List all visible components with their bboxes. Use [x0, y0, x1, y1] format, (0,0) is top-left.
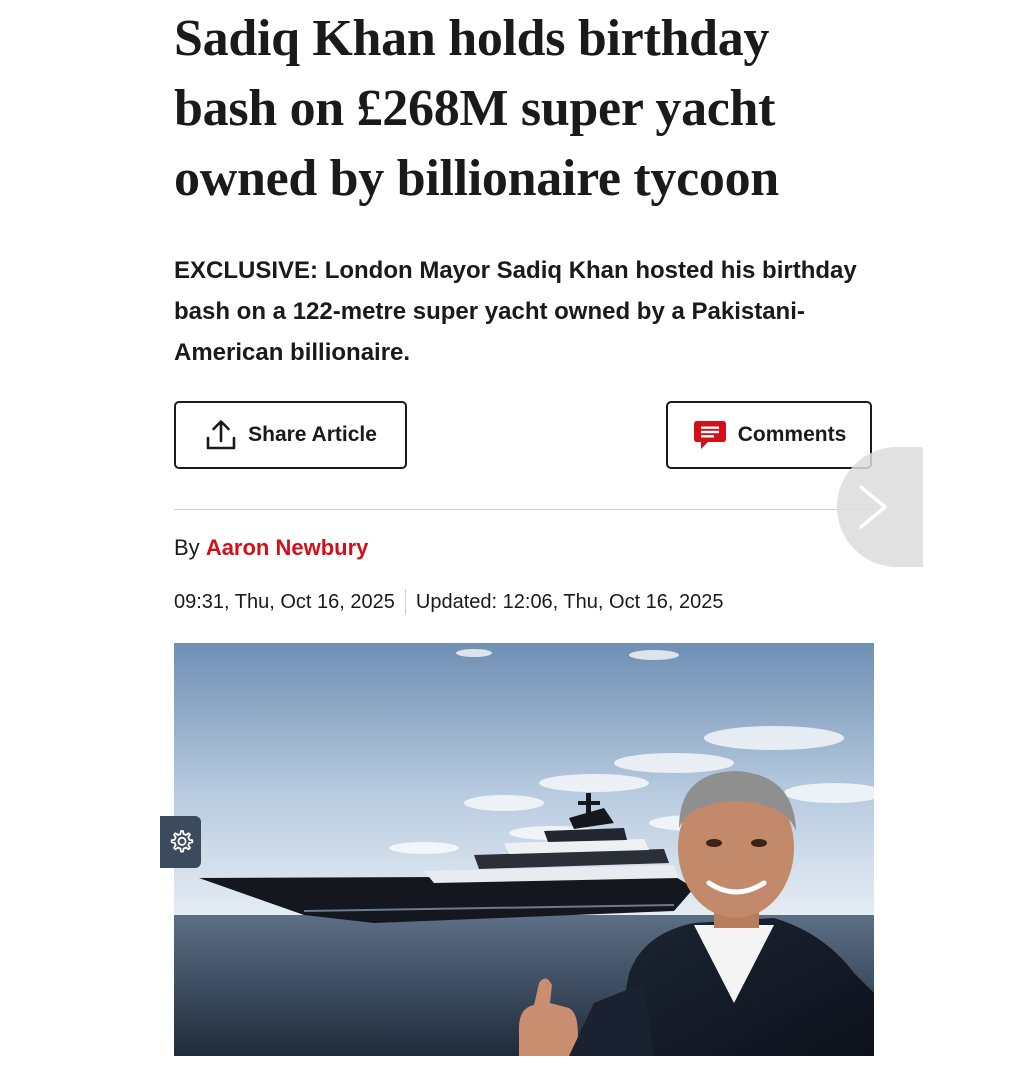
standfirst: EXCLUSIVE: London Mayor Sadiq Khan hoste… — [174, 257, 857, 366]
chevron-right-icon — [859, 485, 887, 529]
headline: Sadiq Khan holds birthday bash on £268M … — [174, 10, 779, 207]
comment-icon — [692, 418, 728, 452]
comments-button[interactable]: Comments — [666, 401, 872, 469]
author-link[interactable]: Aaron Newbury — [206, 535, 369, 560]
divider — [174, 509, 874, 510]
hero-image-yacht-and-man — [174, 643, 874, 1056]
gear-icon — [170, 830, 193, 853]
byline: By Aaron Newbury — [174, 534, 368, 562]
share-article-label: Share Article — [248, 423, 377, 446]
share-article-button[interactable]: Share Article — [174, 401, 407, 469]
hero-image — [174, 643, 874, 1056]
date-separator — [404, 589, 406, 615]
settings-tab[interactable] — [160, 816, 201, 868]
byline-prefix: By — [174, 535, 200, 560]
comments-label: Comments — [737, 423, 847, 446]
article-dates: 09:31, Thu, Oct 16, 2025 Updated: 12:06,… — [174, 589, 724, 615]
published-date: 09:31, Thu, Oct 16, 2025 — [174, 591, 395, 613]
share-icon — [204, 418, 238, 452]
updated-date: Updated: 12:06, Thu, Oct 16, 2025 — [415, 591, 724, 613]
